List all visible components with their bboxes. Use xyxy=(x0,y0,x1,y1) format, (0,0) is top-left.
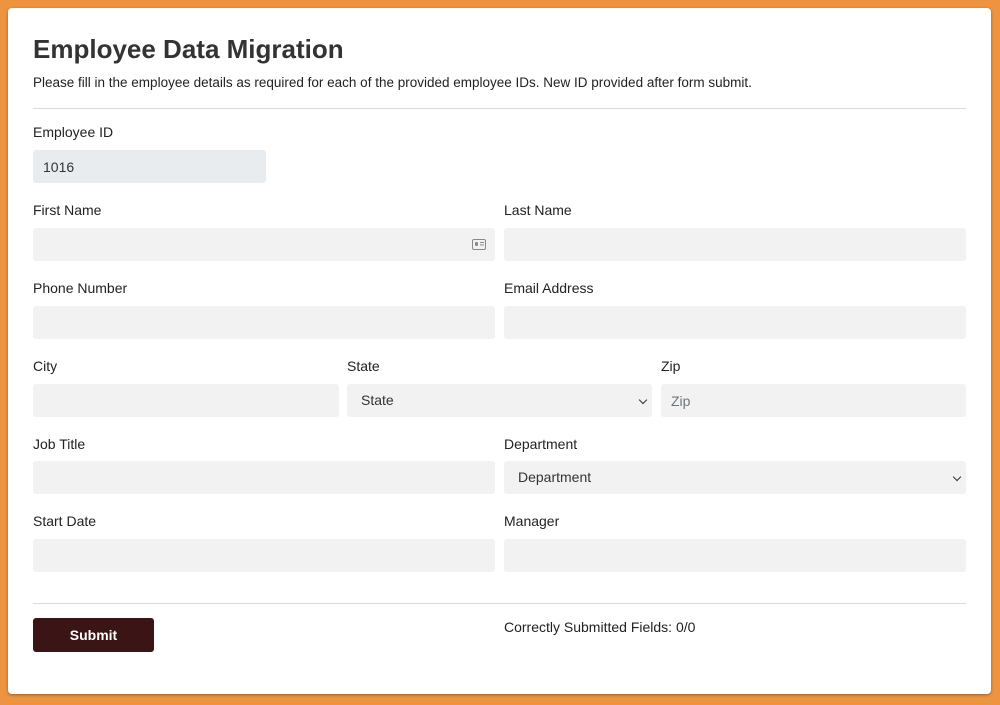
city-label: City xyxy=(33,358,58,374)
page-subtitle: Please fill in the employee details as r… xyxy=(33,75,752,90)
first-name-field[interactable] xyxy=(33,228,495,261)
department-select-value: Department xyxy=(518,469,592,485)
state-select[interactable]: State xyxy=(347,384,652,417)
department-select[interactable]: Department xyxy=(504,461,966,494)
manager-field[interactable] xyxy=(504,539,966,572)
state-label: State xyxy=(347,358,380,374)
header-divider xyxy=(33,108,966,109)
job-title-field[interactable] xyxy=(33,461,495,494)
department-label: Department xyxy=(504,436,578,452)
phone-number-field[interactable] xyxy=(33,306,495,339)
start-date-label: Start Date xyxy=(33,513,97,529)
city-field[interactable] xyxy=(33,384,339,417)
footer-divider xyxy=(33,603,966,604)
page-title: Employee Data Migration xyxy=(33,34,344,64)
state-select-value: State xyxy=(361,392,394,408)
chevron-down-icon xyxy=(952,472,962,482)
manager-label: Manager xyxy=(504,513,560,529)
last-name-label: Last Name xyxy=(504,202,572,218)
first-name-label: First Name xyxy=(33,202,102,218)
submitted-fields-status: Correctly Submitted Fields: 0/0 xyxy=(504,619,696,635)
start-date-field[interactable] xyxy=(33,539,495,572)
last-name-field[interactable] xyxy=(504,228,966,261)
submit-button[interactable]: Submit xyxy=(33,618,154,652)
employee-id-field[interactable] xyxy=(33,150,266,183)
form-card: Employee Data Migration Please fill in t… xyxy=(8,8,991,694)
chevron-down-icon xyxy=(638,395,648,405)
employee-id-label: Employee ID xyxy=(33,124,114,140)
job-title-label: Job Title xyxy=(33,436,86,452)
zip-field[interactable] xyxy=(661,384,966,417)
zip-label: Zip xyxy=(661,358,681,374)
contact-card-icon[interactable] xyxy=(472,239,486,250)
email-address-field[interactable] xyxy=(504,306,966,339)
phone-number-label: Phone Number xyxy=(33,280,128,296)
email-address-label: Email Address xyxy=(504,280,594,296)
